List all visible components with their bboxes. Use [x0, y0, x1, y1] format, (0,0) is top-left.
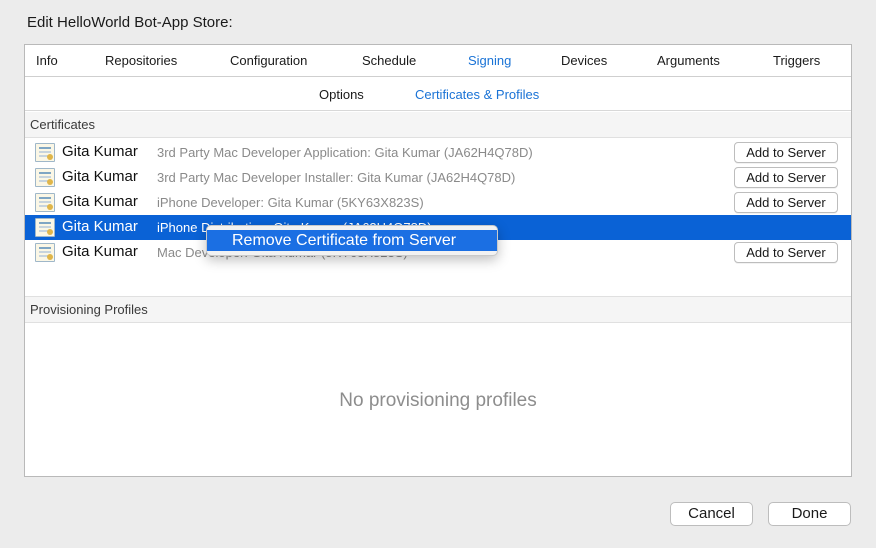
- main-tab-bar: Info Repositories Configuration Schedule…: [25, 45, 851, 77]
- certificate-icon: [35, 143, 55, 162]
- tab-info[interactable]: Info: [36, 53, 58, 68]
- certificate-owner: Gita Kumar: [62, 218, 138, 235]
- certificate-description: 3rd Party Mac Developer Application: Git…: [157, 145, 533, 160]
- empty-profiles-message: No provisioning profiles: [339, 390, 537, 411]
- certificate-description: 3rd Party Mac Developer Installer: Gita …: [157, 170, 516, 185]
- tab-devices[interactable]: Devices: [561, 53, 607, 68]
- certificate-description: iPhone Developer: Gita Kumar (5KY63X823S…: [157, 195, 424, 210]
- certificate-owner: Gita Kumar: [62, 143, 138, 160]
- certificate-icon: [35, 243, 55, 262]
- certificate-row[interactable]: Gita Kumar 3rd Party Mac Developer Insta…: [25, 165, 851, 190]
- cancel-button[interactable]: Cancel: [670, 502, 753, 526]
- tab-signing[interactable]: Signing: [468, 53, 511, 68]
- signing-panel: Info Repositories Configuration Schedule…: [24, 44, 852, 477]
- add-to-server-button[interactable]: Add to Server: [734, 192, 838, 213]
- tab-repositories[interactable]: Repositories: [105, 53, 177, 68]
- sub-tab-bar: Options Certificates & Profiles: [25, 78, 851, 111]
- add-to-server-button[interactable]: Add to Server: [734, 242, 838, 263]
- certificate-owner: Gita Kumar: [62, 243, 138, 260]
- add-to-server-button[interactable]: Add to Server: [734, 167, 838, 188]
- tab-triggers[interactable]: Triggers: [773, 53, 820, 68]
- add-to-server-button[interactable]: Add to Server: [734, 142, 838, 163]
- certificate-icon: [35, 168, 55, 187]
- certificate-row[interactable]: Gita Kumar 3rd Party Mac Developer Appli…: [25, 140, 851, 165]
- tab-schedule[interactable]: Schedule: [362, 53, 416, 68]
- subtab-certificates-profiles[interactable]: Certificates & Profiles: [415, 87, 539, 102]
- certificates-header: Certificates: [25, 112, 851, 138]
- subtab-options[interactable]: Options: [319, 87, 364, 102]
- certificate-owner: Gita Kumar: [62, 193, 138, 210]
- edit-bot-sheet: Edit HelloWorld Bot-App Store: Info Repo…: [0, 0, 876, 548]
- certificate-row[interactable]: Gita Kumar iPhone Developer: Gita Kumar …: [25, 190, 851, 215]
- provisioning-profiles-header: Provisioning Profiles: [25, 296, 851, 323]
- certificate-owner: Gita Kumar: [62, 168, 138, 185]
- certificate-icon: [35, 193, 55, 212]
- remove-certificate-menu-item[interactable]: Remove Certificate from Server: [207, 230, 497, 251]
- tab-configuration[interactable]: Configuration: [230, 53, 307, 68]
- certificate-icon: [35, 218, 55, 237]
- sheet-title: Edit HelloWorld Bot-App Store:: [27, 14, 233, 31]
- tab-arguments[interactable]: Arguments: [657, 53, 720, 68]
- done-button[interactable]: Done: [768, 502, 851, 526]
- context-menu: Remove Certificate from Server: [206, 225, 498, 256]
